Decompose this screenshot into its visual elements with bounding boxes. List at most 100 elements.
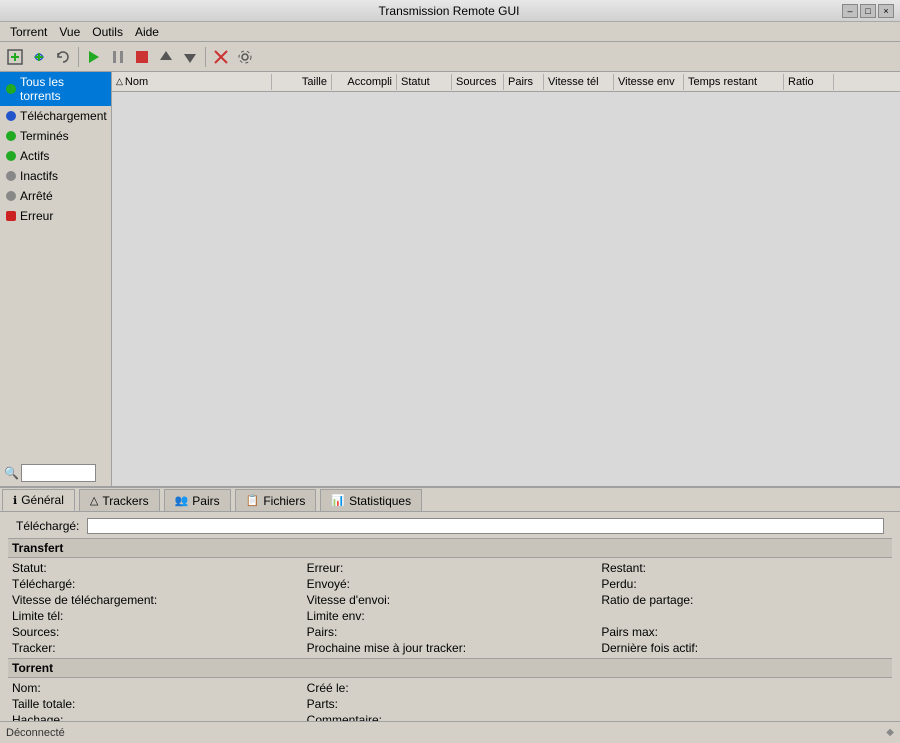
sidebar-search: 🔍 [0, 460, 111, 486]
col-vit-tel[interactable]: Vitesse tél [544, 74, 614, 90]
sidebar-item-downloading[interactable]: Téléchargement [0, 106, 111, 126]
hachage-label: Hachage: [12, 713, 63, 721]
torrent-grid: Nom: Créé le: Taille totale: Parts: Hach… [8, 680, 892, 721]
sidebar-items: Tous les torrents Téléchargement Terminé… [0, 72, 111, 460]
hachage-cell: Hachage: [8, 712, 303, 721]
sidebar-dot-stopped [6, 191, 16, 201]
col-ratio[interactable]: Ratio [784, 74, 834, 90]
downloaded-row: Téléchargé: [8, 516, 892, 536]
lim-env-cell: Limite env: [303, 608, 598, 624]
tabs-bar: ℹ Général △ Trackers 👥 Pairs 📋 Fichiers … [0, 488, 900, 512]
perdu-cell: Perdu: [597, 576, 892, 592]
parts-cell: Parts: [303, 696, 598, 712]
sidebar-item-error[interactable]: Erreur [0, 206, 111, 226]
col-temps[interactable]: Temps restant [684, 74, 784, 90]
main-layout: Tous les torrents Téléchargement Terminé… [0, 72, 900, 486]
close-button[interactable]: × [878, 4, 894, 18]
last-active-label: Dernière fois actif: [601, 641, 698, 655]
menu-torrent[interactable]: Torrent [4, 23, 53, 41]
sort-icon: △ [116, 76, 123, 87]
menu-bar: Torrent Vue Outils Aide [0, 22, 900, 42]
stop-button[interactable] [131, 46, 153, 68]
menu-outils[interactable]: Outils [86, 23, 129, 41]
lim-env-label: Limite env: [307, 609, 365, 623]
sidebar-label-active: Actifs [20, 149, 49, 163]
move-up-button[interactable] [155, 46, 177, 68]
sidebar-dot-all [6, 84, 16, 94]
title-bar: Transmission Remote GUI – □ × [0, 0, 900, 22]
sidebar-item-stopped[interactable]: Arrêté [0, 186, 111, 206]
remove-button[interactable] [210, 46, 232, 68]
window-title: Transmission Remote GUI [56, 4, 842, 18]
move-down-button[interactable] [179, 46, 201, 68]
ratio-label: Ratio de partage: [601, 593, 693, 607]
sidebar-dot-error [6, 211, 16, 221]
erreur-label: Erreur: [307, 561, 344, 575]
lim-tel-cell: Limite tél: [8, 608, 303, 624]
maximize-button[interactable]: □ [860, 4, 876, 18]
sidebar-dot-inactive [6, 171, 16, 181]
general-icon: ℹ [13, 494, 17, 507]
pairs-info-label: Pairs: [307, 625, 338, 639]
envoye-label: Envoyé: [307, 577, 350, 591]
undo-button[interactable] [52, 46, 74, 68]
col-vit-env[interactable]: Vitesse env [614, 74, 684, 90]
menu-aide[interactable]: Aide [129, 23, 165, 41]
download-progress-bar [87, 518, 884, 534]
torrent-table: △ Nom Taille Accompli Statut Sources Pai… [112, 72, 900, 486]
cree-label: Créé le: [307, 681, 349, 695]
add-torrent-button[interactable] [4, 46, 26, 68]
telecharge-label: Téléchargé: [12, 577, 75, 591]
status-bar: Déconnecté ◆ [0, 721, 900, 743]
nom-label: Nom: [12, 681, 41, 695]
search-input[interactable] [21, 464, 96, 482]
status-text: Déconnecté [6, 727, 65, 739]
content-area: △ Nom Taille Accompli Statut Sources Pai… [112, 72, 900, 486]
table-body [112, 92, 900, 486]
erreur-cell: Erreur: [303, 560, 598, 576]
sidebar-item-active[interactable]: Actifs [0, 146, 111, 166]
window-controls[interactable]: – □ × [842, 4, 894, 18]
bottom-panel: ℹ Général △ Trackers 👥 Pairs 📋 Fichiers … [0, 486, 900, 721]
restant-cell: Restant: [597, 560, 892, 576]
pairs-max-cell: Pairs max: [597, 624, 892, 640]
restant-label: Restant: [601, 561, 646, 575]
telecharge-cell: Téléchargé: [8, 576, 303, 592]
statut-label: Statut: [12, 561, 47, 575]
vit-dl-cell: Vitesse de téléchargement: [8, 592, 303, 608]
commentaire-label: Commentaire: [307, 713, 382, 721]
sources-cell: Sources: [8, 624, 303, 640]
col-sources[interactable]: Sources [452, 74, 504, 90]
transfert-section-header: Transfert [8, 538, 892, 558]
nom-cell: Nom: [8, 680, 303, 696]
tracker-label: Tracker: [12, 641, 56, 655]
trackers-icon: △ [90, 494, 98, 507]
col-statut[interactable]: Statut [397, 74, 452, 90]
col-taille[interactable]: Taille [272, 74, 332, 90]
sidebar-label-downloading: Téléchargement [20, 109, 107, 123]
settings-button[interactable] [234, 46, 256, 68]
stats-icon: 📊 [331, 494, 345, 507]
col-pairs[interactable]: Pairs [504, 74, 544, 90]
empty-cell-2 [597, 680, 892, 696]
ratio-cell: Ratio de partage: [597, 592, 892, 608]
col-accompli[interactable]: Accompli [332, 74, 397, 90]
sidebar-label-finished: Terminés [20, 129, 69, 143]
table-header: △ Nom Taille Accompli Statut Sources Pai… [112, 72, 900, 92]
vit-env-label: Vitesse d'envoi: [307, 593, 390, 607]
sidebar-label-error: Erreur [20, 209, 53, 223]
sidebar-item-all[interactable]: Tous les torrents [0, 72, 111, 106]
col-nom[interactable]: △ Nom [112, 74, 272, 90]
status-indicator: ◆ [886, 727, 894, 738]
pairs-icon: 👥 [175, 494, 189, 507]
sidebar-item-inactive[interactable]: Inactifs [0, 166, 111, 186]
pairs-max-label: Pairs max: [601, 625, 658, 639]
pause-button[interactable] [107, 46, 129, 68]
sidebar-label-inactive: Inactifs [20, 169, 58, 183]
sidebar-item-finished[interactable]: Terminés [0, 126, 111, 146]
menu-vue[interactable]: Vue [53, 23, 86, 41]
start-button[interactable] [83, 46, 105, 68]
last-active-cell: Dernière fois actif: [597, 640, 892, 656]
add-url-button[interactable] [28, 46, 50, 68]
minimize-button[interactable]: – [842, 4, 858, 18]
